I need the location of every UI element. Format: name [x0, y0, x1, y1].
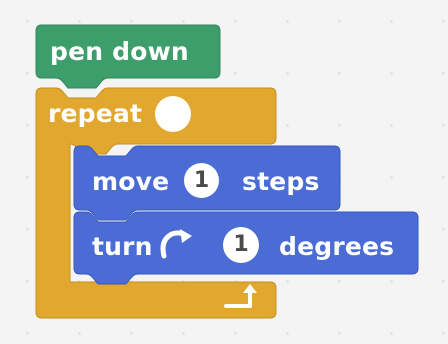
- turn-label: turn: [92, 232, 153, 261]
- steps-label: steps: [242, 167, 320, 196]
- move-steps-input[interactable]: 1: [184, 163, 219, 198]
- pen-down-label: pen down: [50, 37, 189, 66]
- turn-degrees-input[interactable]: 1: [223, 227, 259, 263]
- move-label: move: [92, 167, 170, 196]
- scripts-workspace: pen down repeat move 1 steps turn 1 degr…: [0, 0, 448, 344]
- degrees-label: degrees: [279, 232, 395, 261]
- repeat-count-input[interactable]: [155, 96, 191, 132]
- repeat-label: repeat: [48, 99, 143, 128]
